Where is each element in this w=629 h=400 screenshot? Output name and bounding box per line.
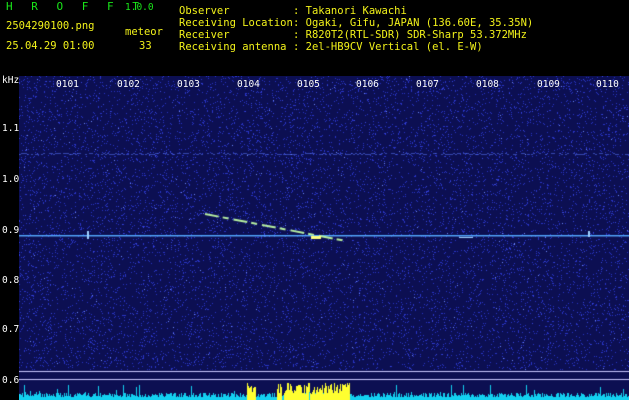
y-tick-label: 1.1 — [2, 123, 20, 134]
x-tick-label: 0110 — [596, 79, 619, 90]
spectrogram-plot — [19, 76, 629, 400]
x-tick-label: 0108 — [476, 79, 499, 90]
x-tick-label: 0106 — [356, 79, 379, 90]
y-tick-label: 0.8 — [2, 275, 20, 286]
x-tick-label: 0102 — [117, 79, 140, 90]
y-unit-label: kHz — [2, 75, 20, 86]
x-tick-label: 0105 — [297, 79, 320, 90]
y-tick-label: 0.9 — [2, 225, 20, 236]
info-label-antenna: Receiving antenna — [179, 41, 287, 53]
x-tick-label: 0103 — [177, 79, 200, 90]
info-label-receiver: Receiver — [179, 29, 230, 41]
info-value-antenna: : 2el-HB9CV Vertical (el. E-W) — [293, 41, 483, 53]
x-tick-label: 0104 — [237, 79, 260, 90]
counter-label: meteor — [125, 26, 163, 38]
header-panel: H R O F F T 1.0.0 2504290100.png meteor … — [0, 0, 629, 76]
counter-value: 33 — [139, 40, 152, 52]
y-tick-label: 0.6 — [2, 375, 20, 386]
x-tick-label: 0109 — [537, 79, 560, 90]
info-value-observer: : Takanori Kawachi — [293, 5, 407, 17]
info-label-observer: Observer — [179, 5, 230, 17]
file-name: 2504290100.png — [6, 20, 95, 32]
info-value-location: : Ogaki, Gifu, JAPAN (136.60E, 35.35N) — [293, 17, 534, 29]
spectrogram-canvas — [19, 76, 629, 400]
app-version: 1.0.0 — [125, 2, 154, 13]
info-label-location: Receiving Location — [179, 17, 293, 29]
x-tick-label: 0107 — [416, 79, 439, 90]
y-tick-label: 1.0 — [2, 174, 20, 185]
x-tick-label: 0101 — [56, 79, 79, 90]
datetime: 25.04.29 01:00 — [6, 40, 95, 52]
y-tick-label: 0.7 — [2, 324, 20, 335]
info-value-receiver: : R820T2(RTL-SDR) SDR-Sharp 53.372MHz — [293, 29, 527, 41]
